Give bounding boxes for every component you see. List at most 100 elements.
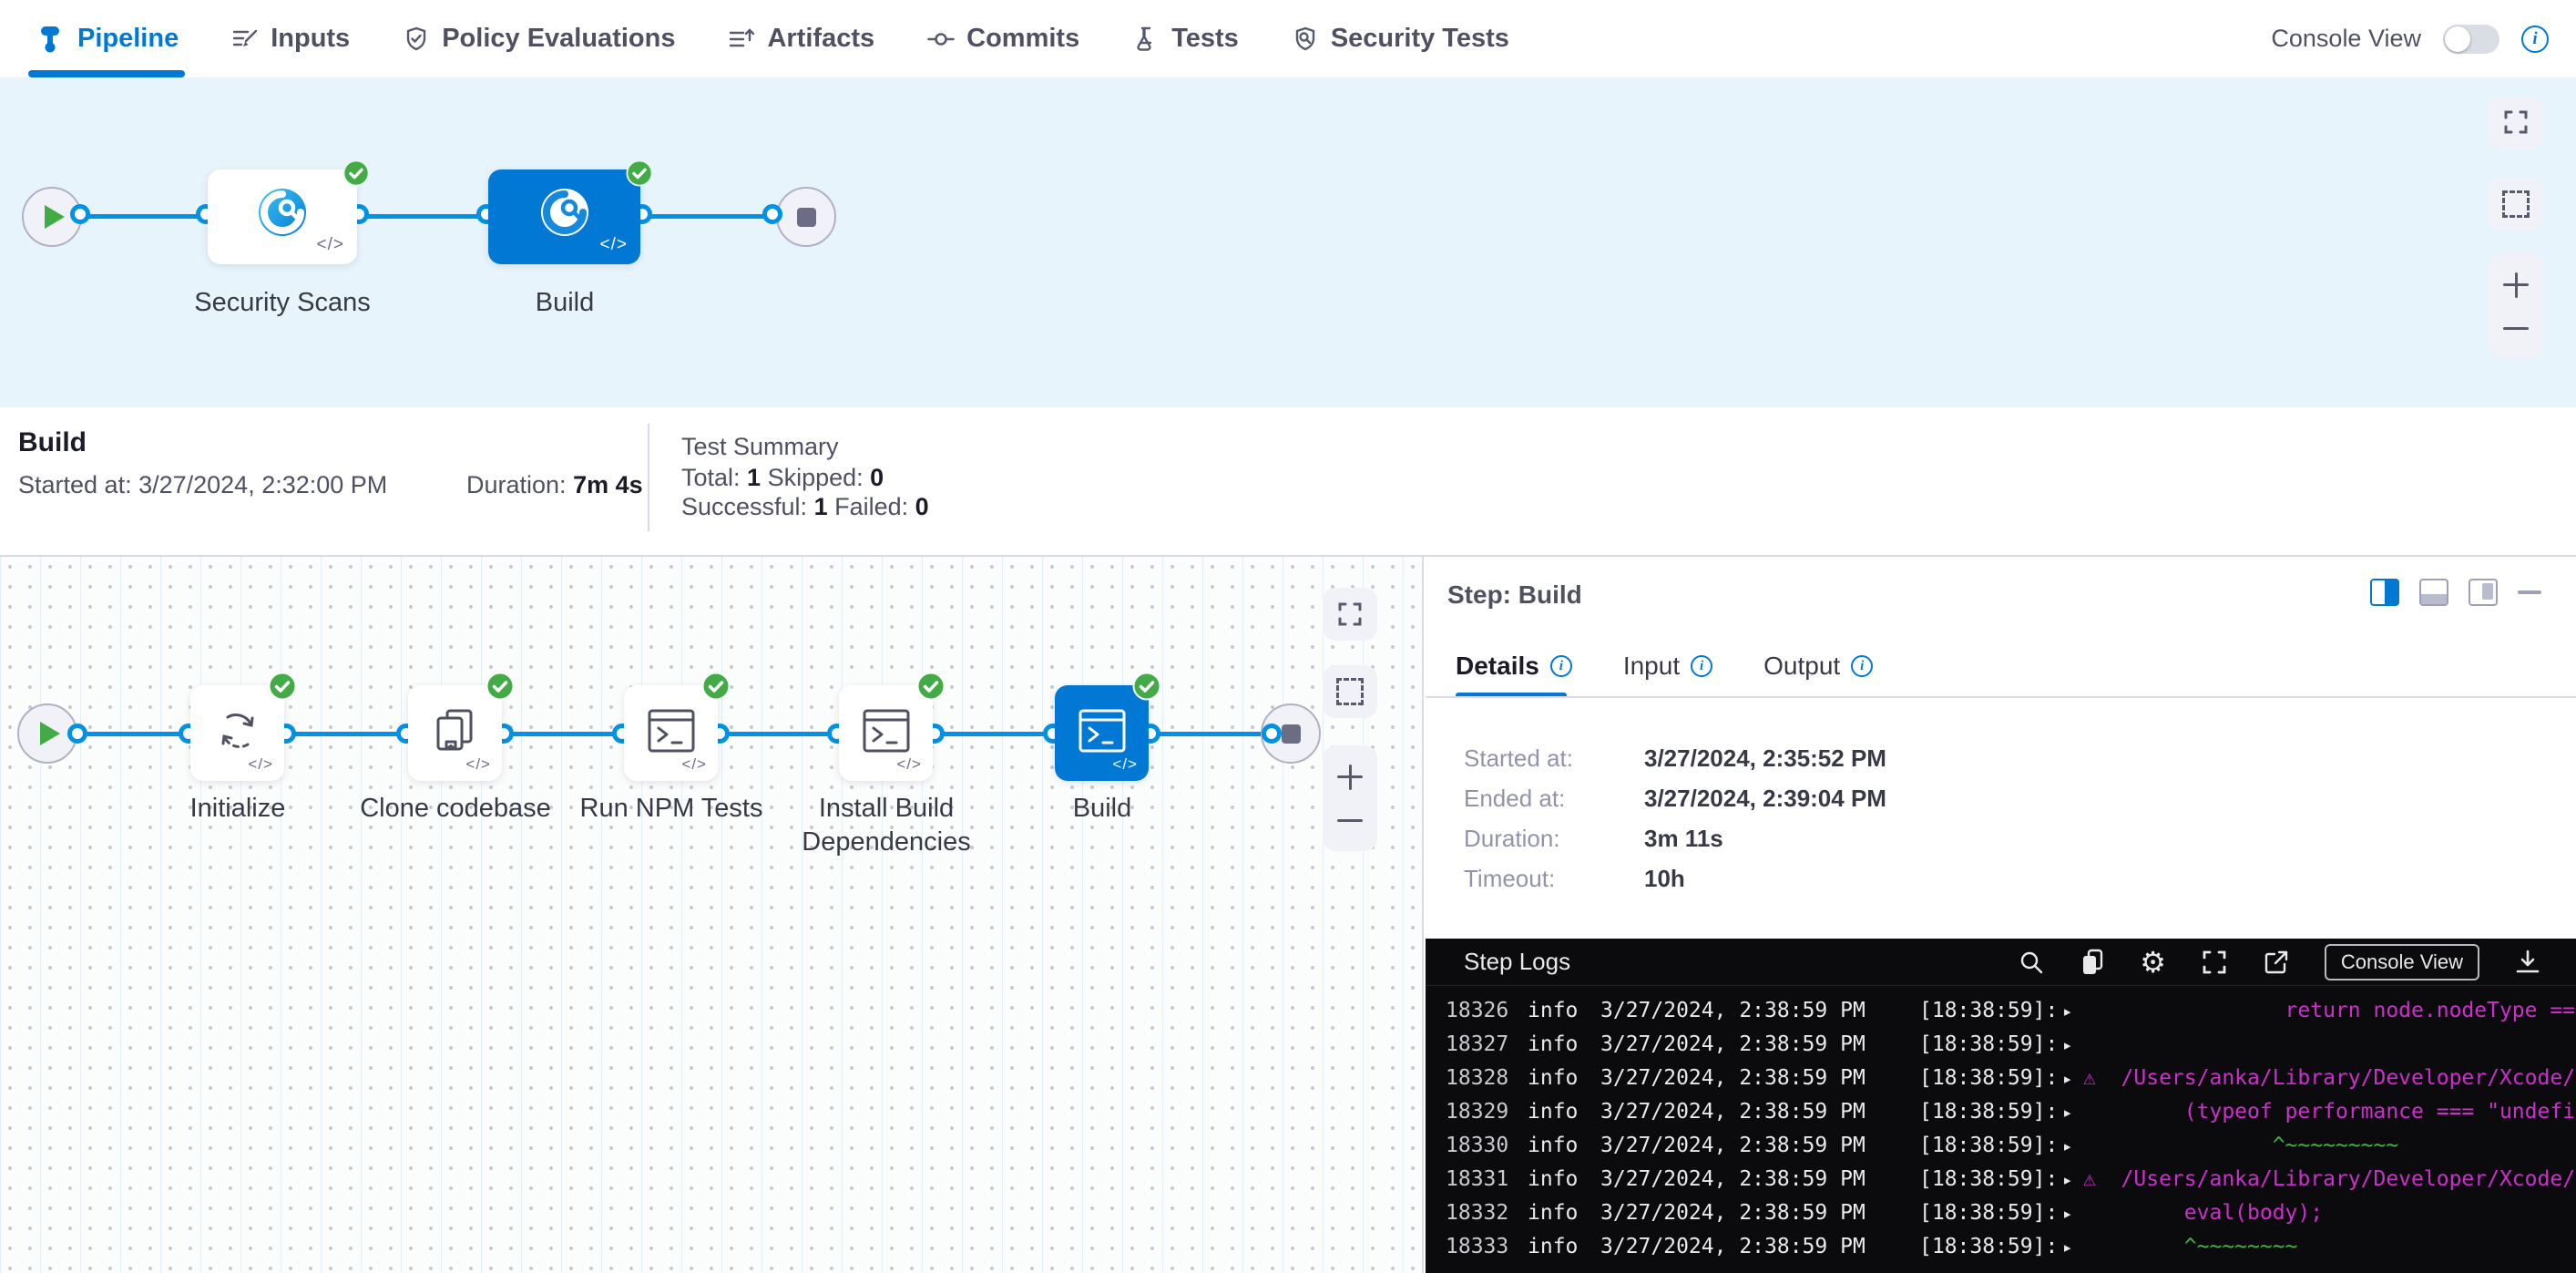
expand-arrow-icon[interactable]: ▸ [2062,1035,2072,1055]
copy-icon[interactable] [2080,949,2105,976]
detail-ended-at: Ended at:3/27/2024, 2:39:04 PM [1464,785,1642,813]
code-glyph: </> [600,235,628,255]
tab-label: Input [1623,652,1680,681]
detail-duration: Duration:3m 11s [1464,825,1642,853]
stage-link [359,214,490,219]
summary-started: Started at: 3/27/2024, 2:32:00 PM [18,471,387,499]
settings-gear-icon[interactable]: ⚙ [2140,948,2166,977]
log-row: 18328info3/27/2024, 2:38:59 PM[18:38:59]… [1426,1063,2576,1096]
nav-right: Console View i [2271,25,2549,54]
log-row: 18326info3/27/2024, 2:38:59 PM[18:38:59]… [1426,995,2576,1029]
success-badge [268,672,297,705]
terminal-icon [647,708,696,758]
info-icon[interactable]: i [1550,655,1572,677]
layout-bottom-split-button[interactable] [2419,579,2448,606]
expand-arrow-icon[interactable]: ▸ [2062,1103,2072,1123]
stop-icon [797,208,816,227]
divider [648,424,649,531]
tab-input[interactable]: Input i [1623,652,1712,681]
flask-icon [1132,26,1160,53]
copy-icon [431,705,480,761]
code-glyph: </> [465,755,491,774]
tab-inputs[interactable]: Inputs [231,0,350,77]
step-graph-canvas[interactable]: </> </> </> </> </> [0,557,1424,1273]
stage-node-security-scans[interactable]: </> [208,169,357,264]
marquee-select-button[interactable] [2489,178,2543,231]
tab-artifacts[interactable]: Artifacts [728,0,874,77]
stage-label[interactable]: Security Scans [137,286,428,320]
expand-arrow-icon[interactable]: ▸ [2062,1136,2072,1156]
log-row: 18331info3/27/2024, 2:38:59 PM[18:38:59]… [1426,1164,2576,1197]
top-nav: Pipeline Inputs Policy Evaluations Artif… [0,0,2576,78]
info-icon[interactable]: i [1691,655,1712,677]
console-view-toggle[interactable] [2443,25,2499,54]
open-external-icon[interactable] [2263,949,2290,976]
success-badge [916,672,946,705]
success-badge [701,672,731,705]
download-icon[interactable] [2514,949,2541,976]
layout-floating-button[interactable] [2469,579,2498,606]
fullscreen-button[interactable] [1323,588,1377,641]
success-badge [486,672,515,705]
test-summary-heading: Test Summary [681,433,839,461]
tab-tests[interactable]: Tests [1132,0,1239,77]
success-badge [626,159,653,191]
step-logs-panel: Step Logs ⚙ Console View [1426,939,2576,1273]
step-panel-title: Step: Build [1447,580,1582,610]
step-link [933,732,1055,736]
test-summary-line1: Total: 1 Skipped: 0 [681,464,884,492]
log-row: 18333info3/27/2024, 2:38:59 PM[18:38:59]… [1426,1231,2576,1265]
tab-commits[interactable]: Commits [927,0,1079,77]
expand-arrow-icon[interactable]: ▸ [2062,1170,2072,1190]
expand-arrow-icon[interactable]: ▸ [2062,1069,2072,1089]
layout-right-split-button[interactable] [2370,579,2399,606]
expand-arrow-icon[interactable]: ▸ [2062,1001,2072,1021]
tab-label: Pipeline [77,24,179,54]
stage-label[interactable]: Build [419,286,710,320]
info-icon[interactable]: i [1851,655,1873,677]
zoom-controls [2489,253,2543,359]
step-logs-title: Step Logs [1464,948,1570,976]
console-view-label: Console View [2271,25,2421,53]
expand-arrow-icon[interactable]: ▸ [2062,1237,2072,1258]
success-badge [1132,672,1161,705]
play-icon [40,722,60,745]
toggle-knob [2445,26,2470,52]
stage-graph-canvas[interactable]: </> </> Security Scans Build [0,78,2576,407]
zoom-controls [1323,745,1377,851]
tab-label: Policy Evaluations [442,24,675,54]
expand-arrow-icon[interactable]: ▸ [2062,1204,2072,1224]
log-list[interactable]: 18326info3/27/2024, 2:38:59 PM[18:38:59]… [1426,986,2576,1273]
stop-icon [1282,724,1301,744]
summary-title: Build [18,427,87,458]
tab-pipeline[interactable]: Pipeline [35,0,179,77]
console-view-button[interactable]: Console View [2325,944,2479,980]
panel-layout-controls [2370,579,2541,606]
detail-timeout: Timeout:10h [1464,865,1642,893]
summary-duration: Duration: 7m 4s [466,471,643,499]
tab-security-tests[interactable]: Security Tests [1292,0,1509,77]
tab-label: Commits [966,24,1079,54]
info-icon[interactable]: i [2521,26,2549,53]
log-row: 18329info3/27/2024, 2:38:59 PM[18:38:59]… [1426,1096,2576,1130]
step-logs-header: Step Logs ⚙ Console View [1426,939,2576,986]
minimize-panel-button[interactable] [2518,590,2541,594]
fullscreen-icon[interactable] [2201,949,2228,976]
search-icon[interactable] [2018,949,2045,976]
terminal-icon [1078,708,1127,758]
divider [1426,696,2576,698]
shield-check-icon [403,26,430,53]
tab-details[interactable]: Details i [1456,652,1572,681]
step-label[interactable]: Build [956,792,1248,826]
marquee-select-button[interactable] [1323,665,1377,718]
tab-output[interactable]: Output i [1763,652,1873,681]
step-link [718,732,839,736]
pipeline-end-node[interactable] [776,187,836,247]
build-summary: Build Started at: 3/27/2024, 2:32:00 PM … [0,407,2576,557]
code-glyph: </> [681,755,707,774]
fullscreen-button[interactable] [2489,96,2543,149]
stage-node-build[interactable]: </> [488,169,640,264]
pipeline-icon [35,24,66,55]
artifacts-icon [728,26,755,53]
tab-policy-evaluations[interactable]: Policy Evaluations [403,0,675,77]
